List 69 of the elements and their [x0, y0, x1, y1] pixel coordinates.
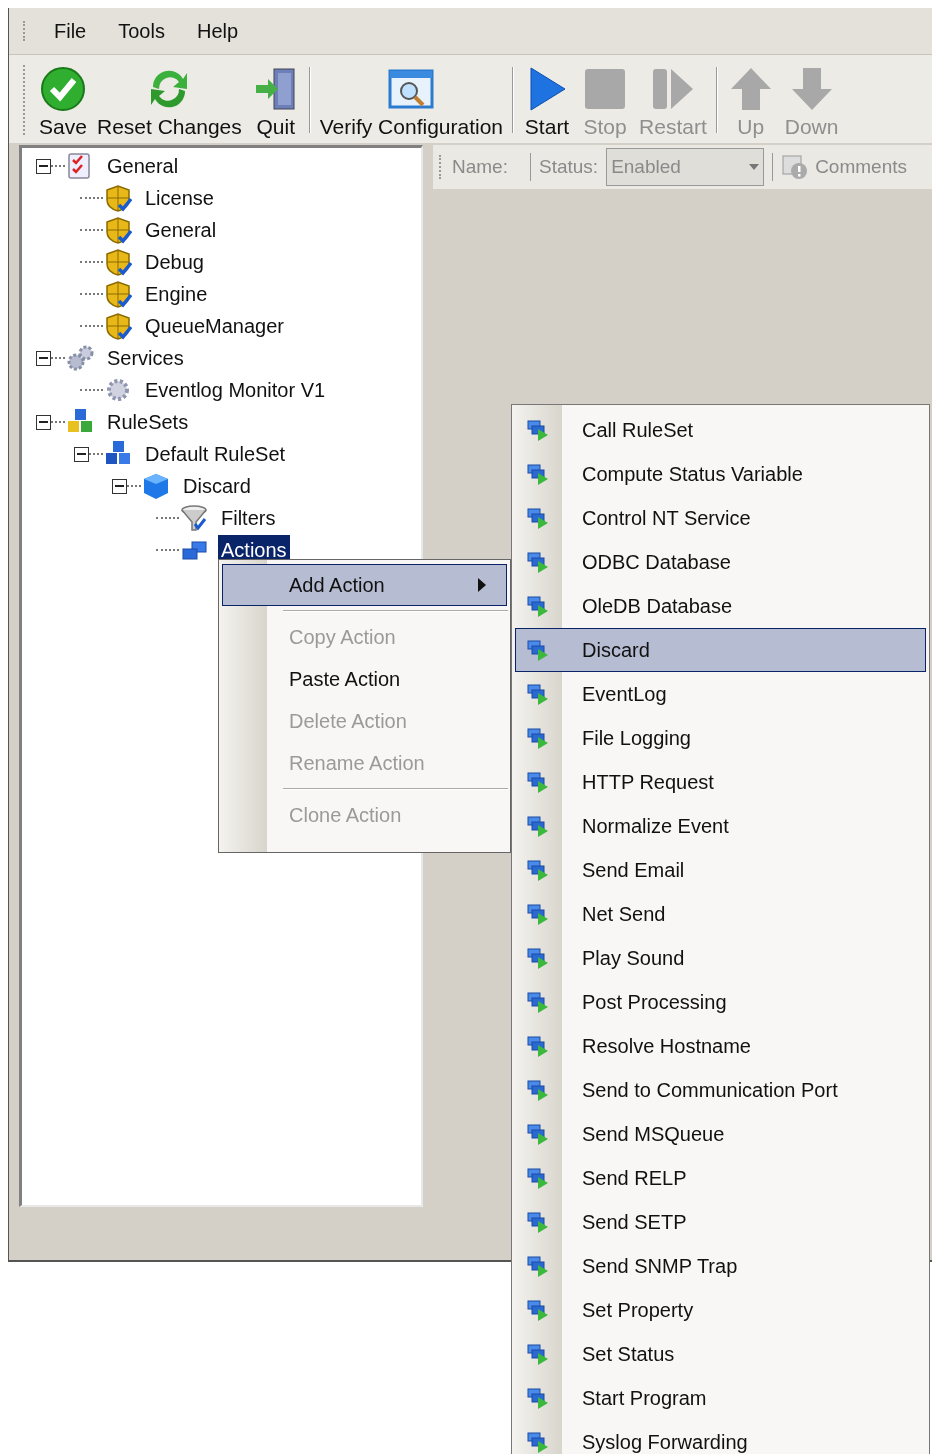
tree-item[interactable]: Engine — [142, 279, 211, 309]
toolbar-button[interactable]: Quit — [246, 57, 305, 143]
menu-item[interactable]: Help — [186, 16, 249, 46]
gears-icon — [66, 344, 94, 372]
shield-check-icon — [104, 216, 132, 244]
submenu-item[interactable]: EventLog — [515, 672, 926, 716]
submenu-item[interactable]: Start Program — [515, 1376, 926, 1420]
tree-item[interactable]: Services — [104, 343, 187, 373]
tree-item[interactable]: Eventlog Monitor V1 — [142, 375, 329, 405]
toolbar-button[interactable]: Start — [518, 57, 577, 143]
submenu-item[interactable]: Set Status — [515, 1332, 926, 1376]
tree-item[interactable]: RuleSets — [104, 407, 192, 437]
note-warning-icon — [781, 153, 810, 181]
collapse-toggle[interactable] — [36, 414, 51, 430]
grip-handle — [23, 21, 26, 41]
collapse-toggle[interactable] — [74, 446, 89, 462]
submenu-item[interactable]: Send SNMP Trap — [515, 1244, 926, 1288]
submenu-arrow-icon — [478, 578, 486, 592]
submenu-item[interactable]: Compute Status Variable — [515, 452, 926, 496]
submenu-item[interactable]: Send RELP — [515, 1156, 926, 1200]
tree-item[interactable]: Filters — [218, 503, 279, 533]
shield-check-icon — [104, 280, 132, 308]
shield-check-icon — [104, 312, 132, 340]
submenu-item[interactable]: Net Send — [515, 892, 926, 936]
tree-item[interactable]: General — [104, 151, 182, 181]
menu-item[interactable]: File — [44, 16, 97, 46]
tree-item[interactable]: General — [142, 215, 220, 245]
submenu-item[interactable]: Control NT Service — [515, 496, 926, 540]
funnel-icon — [180, 504, 208, 532]
submenu-item[interactable]: ODBC Database — [515, 540, 926, 584]
collapse-toggle[interactable] — [36, 158, 51, 174]
submenu-item[interactable]: Syslog Forwarding — [515, 1420, 926, 1454]
submenu-item[interactable]: Send SETP — [515, 1200, 926, 1244]
submenu-item[interactable]: Send MSQueue — [515, 1112, 926, 1156]
gear-icon — [104, 376, 132, 404]
tree-item[interactable]: Discard — [180, 471, 254, 501]
submenu-item[interactable]: Discard — [515, 628, 926, 672]
tree-item[interactable]: Debug — [142, 247, 207, 277]
menu-item[interactable]: Tools — [108, 16, 175, 46]
shield-check-icon — [104, 248, 132, 276]
tree-item[interactable]: License — [142, 183, 217, 213]
submenu-item[interactable]: OleDB Database — [515, 584, 926, 628]
submenu-item[interactable]: Send to Communication Port — [515, 1068, 926, 1112]
collapse-toggle[interactable] — [112, 478, 127, 494]
collapse-toggle[interactable] — [36, 350, 51, 366]
submenu-item[interactable]: File Logging — [515, 716, 926, 760]
menu-item[interactable]: Add Action — [222, 564, 507, 606]
toolbar-button[interactable]: Reset Changes — [92, 57, 247, 143]
submenu-item[interactable]: Post Processing — [515, 980, 926, 1024]
submenu-item[interactable]: Resolve Hostname — [515, 1024, 926, 1068]
tree-item[interactable]: Default RuleSet — [142, 439, 289, 469]
submenu-item[interactable]: Play Sound — [515, 936, 926, 980]
submenu-item[interactable]: Send Email — [515, 848, 926, 892]
menu-item[interactable]: Paste Action — [222, 658, 507, 700]
shield-check-icon — [104, 184, 132, 212]
grip-handle — [23, 65, 26, 135]
submenu-item[interactable]: Call RuleSet — [515, 408, 926, 452]
toolbar-button[interactable]: Verify Configuration — [314, 57, 509, 143]
grip-handle — [439, 155, 442, 179]
cube-icon — [142, 472, 170, 500]
dropdown-caret-icon — [749, 164, 760, 170]
submenu-item[interactable]: Set Property — [515, 1288, 926, 1332]
check-circle-icon — [39, 65, 87, 113]
tree-item[interactable]: QueueManager — [142, 311, 287, 341]
submenu-item[interactable]: HTTP Request — [515, 760, 926, 804]
submenu-item[interactable]: Normalize Event — [515, 804, 926, 848]
status-label: Status: — [538, 154, 599, 179]
name-label: Name: — [451, 154, 509, 179]
toolbar-button[interactable]: Save — [34, 57, 92, 143]
